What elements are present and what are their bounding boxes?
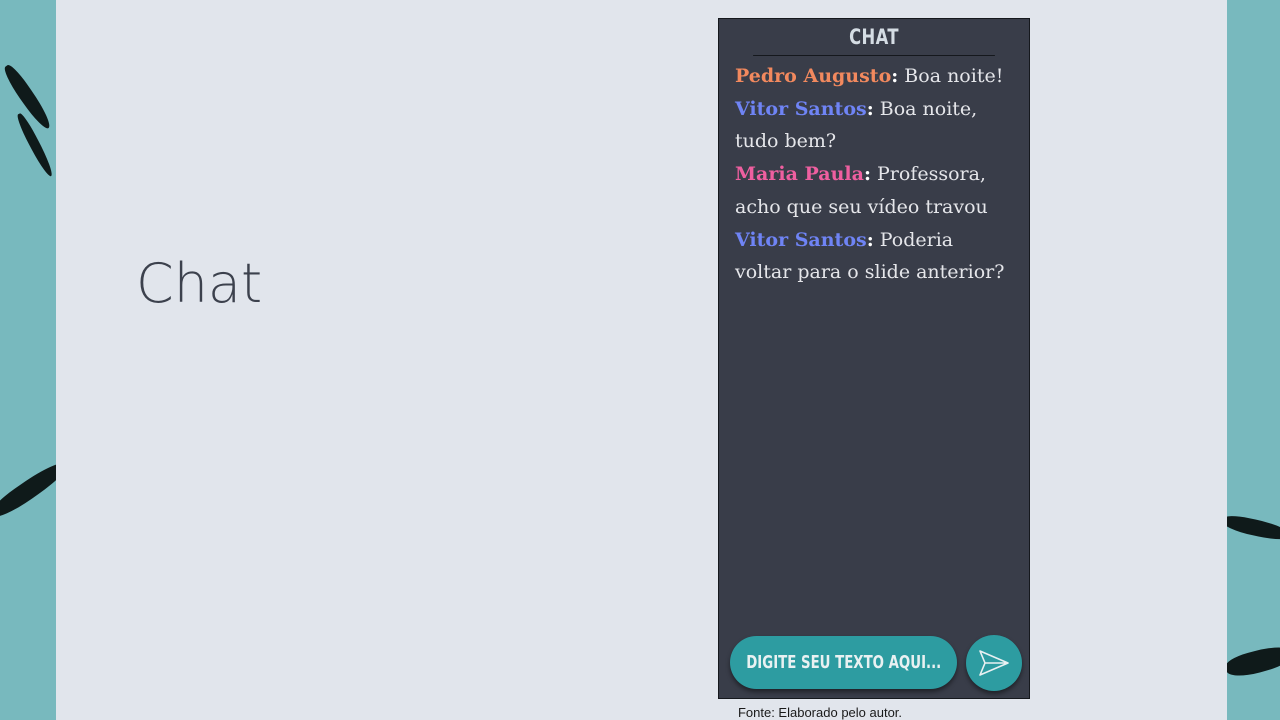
message-author: Vitor Santos	[735, 97, 867, 120]
brush-stroke-decoration	[14, 111, 56, 179]
brush-stroke-decoration	[1223, 641, 1280, 681]
message-separator: :	[863, 163, 871, 186]
message-separator: :	[866, 97, 874, 120]
figure-caption: Fonte: Elaborado pelo autor.	[737, 705, 903, 720]
brush-stroke-decoration	[1221, 512, 1280, 544]
slide: Chat CHAT Pedro Augusto: Boa noite! Vito…	[56, 0, 1227, 720]
chat-message: Vitor Santos: Poderia voltar para o slid…	[735, 224, 1015, 289]
message-text: Boa noite!	[898, 65, 1004, 87]
message-author: Maria Paula	[735, 163, 864, 186]
message-input-placeholder: DIGITE SEU TEXTO AQUI...	[746, 652, 941, 673]
message-author: Vitor Santos	[735, 228, 867, 251]
chat-message: Maria Paula: Professora, acho que seu ví…	[735, 158, 1015, 223]
send-button[interactable]	[966, 635, 1022, 691]
chat-message: Vitor Santos: Boa noite, tudo bem?	[735, 93, 1015, 158]
message-separator: :	[866, 228, 874, 251]
message-author: Pedro Augusto	[735, 65, 892, 87]
send-icon	[979, 650, 1009, 676]
chat-message: Pedro Augusto: Boa noite!	[735, 60, 1015, 93]
chat-panel: CHAT Pedro Augusto: Boa noite! Vitor San…	[718, 18, 1030, 699]
chat-header: CHAT	[753, 19, 995, 56]
message-input[interactable]: DIGITE SEU TEXTO AQUI...	[730, 636, 957, 689]
slide-title: Chat	[136, 252, 263, 315]
chat-messages: Pedro Augusto: Boa noite! Vitor Santos: …	[719, 56, 1029, 289]
